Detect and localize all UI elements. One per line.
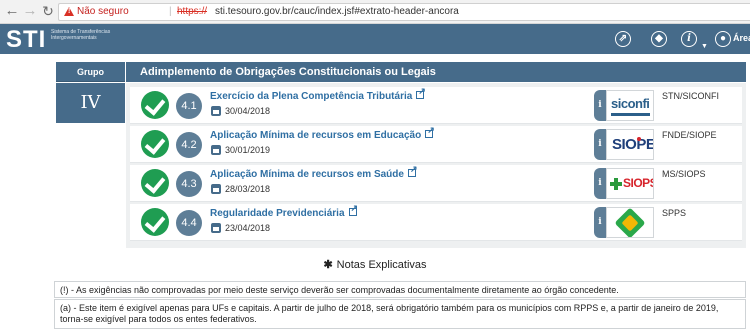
siops-logo: SIOPS <box>606 168 654 199</box>
item-number: 4.3 <box>176 171 202 197</box>
export-icon[interactable]: ⇗ <box>615 31 631 47</box>
note-2: (a) - Este item é exigível apenas para U… <box>54 299 746 329</box>
list-item: 4.1 Exercício da Plena Competência Tribu… <box>130 86 742 124</box>
spps-logo-mark <box>614 208 646 237</box>
info-icon[interactable]: i <box>594 90 606 121</box>
check-icon <box>141 91 169 119</box>
url-text: sti.tesouro.gov.br/cauc/index.jsf#extrat… <box>215 6 459 17</box>
list-item: 4.3 Aplicação Mínima de recursos em Saúd… <box>130 164 742 202</box>
item-number: 4.2 <box>176 132 202 158</box>
info-icon[interactable]: i <box>594 168 606 199</box>
logo[interactable]: STI <box>6 26 46 53</box>
reload-icon[interactable]: ↻ <box>40 3 56 19</box>
group-numeral: IV <box>56 83 125 123</box>
item-date: 28/03/2018 <box>225 184 271 194</box>
calendar-icon <box>211 145 221 155</box>
check-icon <box>141 130 169 158</box>
calendar-icon <box>211 184 221 194</box>
logo-subtitle: Sistema de Transferências Intergovername… <box>51 29 111 41</box>
siope-logo-dot <box>637 137 641 141</box>
external-link-icon[interactable] <box>407 164 418 177</box>
siope-logo: SIOPE <box>606 129 654 160</box>
warning-icon[interactable] <box>64 7 74 16</box>
address-bar[interactable]: Não seguro | https:// sti.tesouro.gov.br… <box>58 3 750 21</box>
check-icon <box>141 169 169 197</box>
info-icon[interactable]: i <box>594 207 606 238</box>
item-source: FNDE/SIOPE <box>662 130 717 140</box>
area-menu[interactable]: Área I <box>733 33 750 43</box>
items-list: 4.1 Exercício da Plena Competência Tribu… <box>126 83 746 248</box>
calendar-icon <box>211 223 221 233</box>
check-icon <box>141 208 169 236</box>
security-label[interactable]: Não seguro <box>77 4 129 20</box>
item-title[interactable]: Aplicação Mínima de recursos em Saúde <box>210 169 404 180</box>
external-link-icon[interactable] <box>416 86 426 99</box>
siconfi-logo-text: siconfi <box>611 96 650 111</box>
info-icon[interactable]: i <box>594 129 606 160</box>
spps-logo-inner <box>621 214 639 232</box>
item-title[interactable]: Aplicação Mínima de recursos em Educação <box>210 130 421 141</box>
external-link-icon[interactable] <box>348 203 358 216</box>
group-card: Grupo Adimplemento de Obrigações Constit… <box>56 62 746 248</box>
item-number: 4.4 <box>176 210 202 236</box>
siope-logo-text: SIOPE <box>612 136 654 153</box>
item-number: 4.1 <box>176 93 202 119</box>
users-icon[interactable]: ● <box>715 31 731 47</box>
browser-toolbar: ← → ↻ Não seguro | https:// sti.tesouro.… <box>0 0 750 24</box>
notes-heading: ✱ Notas Explicativas <box>0 258 750 271</box>
list-item: 4.4 Regularidade Previdenciária 23/04/20… <box>130 203 742 241</box>
note-1: (!) - As exigências não comprovadas por … <box>54 281 746 298</box>
item-date: 30/01/2019 <box>225 145 271 155</box>
item-date: 30/04/2018 <box>225 106 271 116</box>
item-source: STN/SICONFI <box>662 91 720 101</box>
siconfi-logo: siconfi <box>606 90 654 121</box>
url-separator: | <box>169 6 172 17</box>
url-scheme: https:// <box>177 6 208 17</box>
back-arrow-icon[interactable]: ← <box>4 3 20 19</box>
item-title[interactable]: Regularidade Previdenciária <box>210 208 345 219</box>
external-link-icon[interactable] <box>425 125 435 138</box>
item-title-link[interactable]: Aplicação Mínima de recursos em Educação <box>210 125 435 141</box>
item-source: SPPS <box>662 208 687 218</box>
plus-icon <box>610 178 622 190</box>
asterisk-icon: ✱ <box>323 259 333 271</box>
spps-logo <box>606 207 654 238</box>
info-icon[interactable]: i <box>681 31 697 47</box>
siconfi-logo-bar <box>611 113 650 116</box>
chevron-down-icon[interactable]: ▼ <box>701 43 708 50</box>
diamond-icon[interactable]: ◆ <box>651 31 667 47</box>
list-item: 4.2 Aplicação Mínima de recursos em Educ… <box>130 125 742 163</box>
group-column-header: Grupo <box>56 62 125 82</box>
item-date: 23/04/2018 <box>225 223 271 233</box>
siops-logo-text: SIOPS <box>623 176 654 190</box>
item-title-link[interactable]: Exercício da Plena Competência Tributári… <box>210 86 426 102</box>
item-title-link[interactable]: Regularidade Previdenciária <box>210 203 358 219</box>
item-title-link[interactable]: Aplicação Mínima de recursos em Saúde <box>210 164 418 180</box>
app-header: STI Sistema de Transferências Intergover… <box>0 24 750 54</box>
forward-arrow-icon[interactable]: → <box>22 3 38 19</box>
group-title: Adimplemento de Obrigações Constituciona… <box>126 62 746 82</box>
item-source: MS/SIOPS <box>662 169 706 179</box>
item-title[interactable]: Exercício da Plena Competência Tributári… <box>210 91 412 102</box>
notes-title: Notas Explicativas <box>336 259 427 271</box>
calendar-icon <box>211 106 221 116</box>
